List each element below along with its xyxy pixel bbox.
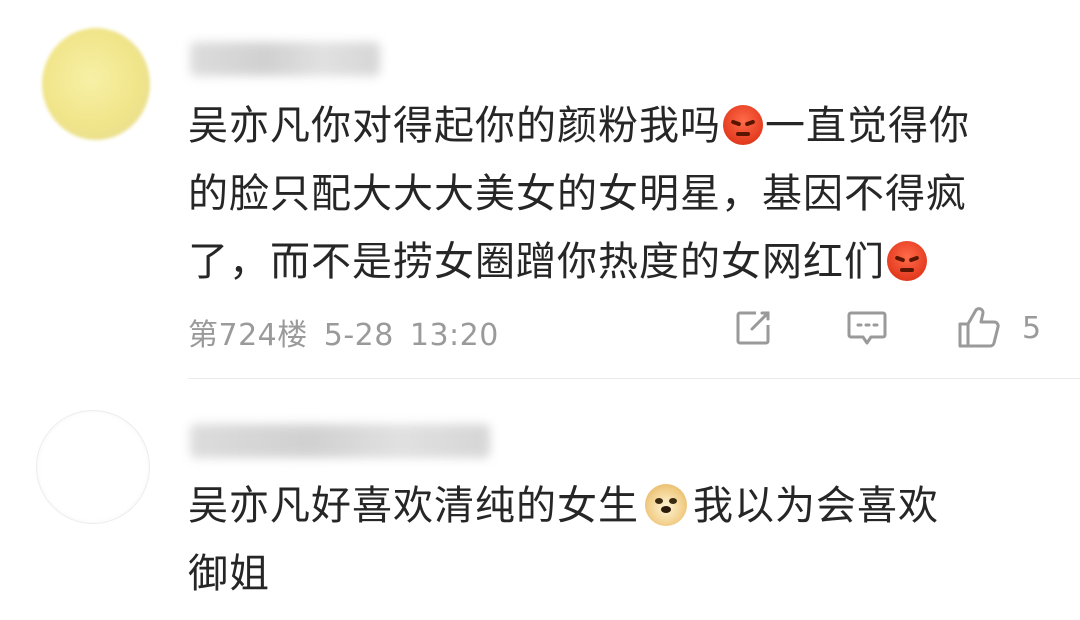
- like-count: 5: [1022, 310, 1042, 346]
- share-button[interactable]: [732, 306, 774, 350]
- divider: [188, 378, 1080, 379]
- like-button[interactable]: 5: [956, 306, 1041, 350]
- comment-line: 的脸只配大大大美女的女明星，基因不得疯: [188, 171, 967, 217]
- edit-share-icon: [736, 311, 770, 345]
- angry-face-icon: [723, 105, 763, 145]
- comment-line: 御姐: [188, 551, 270, 597]
- comment-body: 吴亦凡你对得起你的颜粉我吗 一直觉得你 的脸只配大大大美女的女明星，基因不得疯 了…: [188, 92, 1050, 296]
- comment-body: 吴亦凡好喜欢清纯的女生 我以为会喜欢 御姐: [188, 472, 1050, 608]
- avatar[interactable]: [42, 28, 150, 140]
- username-blurred[interactable]: [190, 424, 490, 458]
- floor-number: 第724楼: [188, 318, 308, 353]
- comment-icon: [847, 311, 887, 345]
- comment-line: 吴亦凡好喜欢清纯的女生 我以为会喜欢: [188, 483, 939, 529]
- doge-icon: [645, 484, 687, 526]
- comment-meta: 第724楼 5-28 13:20: [188, 310, 515, 354]
- comment-line: 了，而不是捞女圈蹭你热度的女网红们: [188, 228, 1050, 296]
- comment-line: 吴亦凡你对得起你的颜粉我吗 一直觉得你: [188, 103, 970, 149]
- username-blurred[interactable]: [190, 42, 380, 76]
- comment-time: 13:20: [409, 318, 499, 353]
- angry-face-icon: [887, 241, 927, 281]
- reply-button[interactable]: [845, 306, 889, 350]
- comment-date: 5-28: [323, 318, 394, 353]
- avatar[interactable]: [36, 410, 150, 524]
- thumbs-up-icon: [958, 307, 1000, 348]
